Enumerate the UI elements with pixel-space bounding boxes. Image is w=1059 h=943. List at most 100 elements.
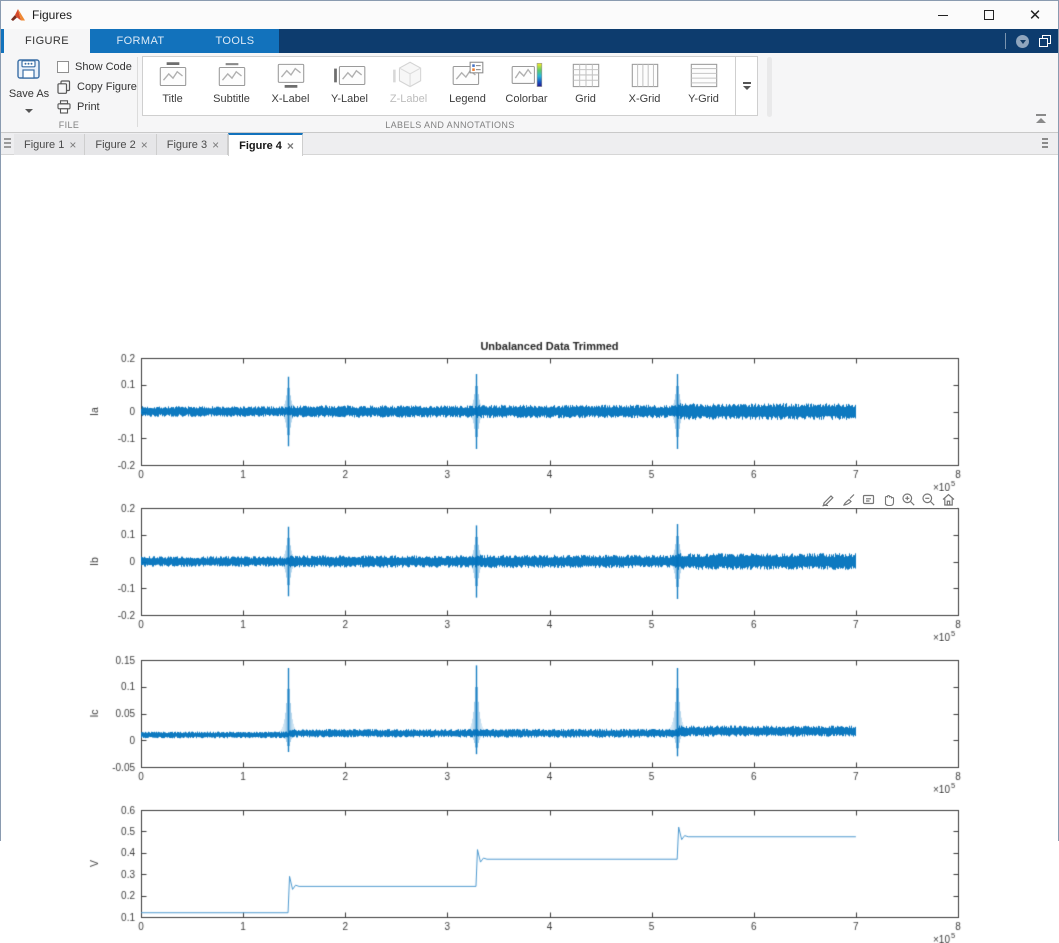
- minimize-button[interactable]: [920, 1, 966, 29]
- zoom-out-icon: [921, 492, 936, 507]
- tab-figure[interactable]: FIGURE: [4, 29, 90, 53]
- tab-figure-3-label: Figure 3: [167, 139, 207, 151]
- brush-button[interactable]: [840, 491, 857, 508]
- datatips-icon: [861, 492, 876, 507]
- x-label-button[interactable]: X-Label: [261, 57, 320, 115]
- ribbon-tab-strip: FIGURE FORMAT TOOLS: [1, 29, 1058, 53]
- window-title: Figures: [32, 8, 72, 22]
- gallery-more-icon: [743, 82, 751, 84]
- pan-button[interactable]: [880, 491, 897, 508]
- pan-icon: [881, 492, 896, 507]
- tab-figure-2[interactable]: Figure 2 ×: [85, 134, 156, 155]
- zoom-in-icon: [901, 492, 916, 507]
- show-code-checkbox[interactable]: Show Code: [57, 57, 137, 77]
- subplot-ia[interactable]: [81, 333, 981, 491]
- title-label: Title: [162, 93, 182, 105]
- colorbar-icon: [509, 60, 545, 92]
- tab-figure-4[interactable]: Figure 4 ×: [228, 133, 303, 156]
- tab-figure-4-label: Figure 4: [239, 140, 282, 152]
- tab-tools[interactable]: TOOLS: [191, 29, 279, 53]
- subtitle-label: Subtitle: [213, 93, 250, 105]
- export-icon: [821, 492, 836, 507]
- colorbar-label: Colorbar: [505, 93, 547, 105]
- maximize-icon: [984, 10, 994, 20]
- ribbon-tab-group: FIGURE FORMAT TOOLS: [1, 29, 279, 53]
- colorbar-button[interactable]: Colorbar: [497, 57, 556, 115]
- figures-window: Figures ✕ FIGURE FORMAT TOOLS: [0, 0, 1059, 841]
- legend-icon: [450, 60, 486, 92]
- y-label-button[interactable]: Y-Label: [320, 57, 379, 115]
- tab-figure-2-close-icon[interactable]: ×: [141, 139, 148, 151]
- close-icon: ✕: [1029, 8, 1042, 23]
- undock-window-icon[interactable]: [1039, 35, 1052, 48]
- y-grid-icon: [686, 60, 722, 92]
- subplot-ic[interactable]: [81, 635, 981, 793]
- save-icon: [16, 57, 42, 81]
- zoom-in-button[interactable]: [900, 491, 917, 508]
- figure-tab-bar: Figure 1 × Figure 2 × Figure 3 × Figure …: [1, 133, 1058, 155]
- zoom-out-button[interactable]: [920, 491, 937, 508]
- y-grid-label: Y-Grid: [688, 93, 719, 105]
- tab-figure-2-label: Figure 2: [95, 139, 135, 151]
- subplot-v[interactable]: [81, 785, 981, 943]
- title-button[interactable]: Title: [143, 57, 202, 115]
- copy-figure-button[interactable]: Copy Figure: [57, 77, 137, 97]
- tab-overflow-icon[interactable]: [1042, 138, 1048, 148]
- grid-button[interactable]: Grid: [556, 57, 615, 115]
- y-label-icon: [332, 60, 368, 92]
- export-button[interactable]: [820, 491, 837, 508]
- restore-view-button[interactable]: [940, 491, 957, 508]
- save-as-label: Save As: [6, 88, 52, 100]
- subtitle-button[interactable]: Subtitle: [202, 57, 261, 115]
- tab-figure-1[interactable]: Figure 1 ×: [14, 134, 85, 155]
- ribbon: Save As Show Code Copy Figure: [1, 53, 1058, 133]
- x-label-label: X-Label: [272, 93, 310, 105]
- figure-canvas-area: [1, 155, 1058, 842]
- tab-format[interactable]: FORMAT: [90, 29, 191, 53]
- y-grid-button[interactable]: Y-Grid: [674, 57, 733, 115]
- maximize-button[interactable]: [966, 1, 1012, 29]
- x-grid-icon: [627, 60, 663, 92]
- print-label: Print: [77, 101, 100, 113]
- z-label-label: Z-Label: [390, 93, 427, 105]
- tab-figure-1-close-icon[interactable]: ×: [69, 139, 76, 151]
- gallery-more-button[interactable]: [736, 56, 758, 116]
- home-icon: [941, 492, 956, 507]
- legend-label: Legend: [449, 93, 486, 105]
- save-as-dropdown-icon: [25, 109, 33, 113]
- x-grid-button[interactable]: X-Grid: [615, 57, 674, 115]
- subtitle-icon: [214, 60, 250, 92]
- tab-figure-3[interactable]: Figure 3 ×: [157, 134, 228, 155]
- strip-divider: [1005, 33, 1006, 49]
- tab-figure-1-label: Figure 1: [24, 139, 64, 151]
- close-button[interactable]: ✕: [1012, 1, 1058, 29]
- legend-button[interactable]: Legend: [438, 57, 497, 115]
- grid-icon: [568, 60, 604, 92]
- copy-figure-label: Copy Figure: [77, 81, 137, 93]
- print-icon: [57, 100, 71, 114]
- grid-label: Grid: [575, 93, 596, 105]
- title-icon: [155, 60, 191, 92]
- save-as-button[interactable]: Save As: [6, 57, 52, 118]
- ribbon-scroll-strip: [767, 57, 772, 117]
- tab-grip-icon[interactable]: [4, 138, 11, 148]
- title-bar: Figures ✕: [1, 1, 1058, 29]
- collapse-ribbon-chevron-icon[interactable]: [1016, 35, 1029, 48]
- z-label-icon: [391, 60, 427, 92]
- datatips-button[interactable]: [860, 491, 877, 508]
- minimize-icon: [938, 15, 948, 16]
- tab-figure-3-close-icon[interactable]: ×: [212, 139, 219, 151]
- tab-figure-4-close-icon[interactable]: ×: [287, 140, 294, 152]
- z-label-button[interactable]: Z-Label: [379, 57, 438, 115]
- x-label-icon: [273, 60, 309, 92]
- y-label-label: Y-Label: [331, 93, 368, 105]
- labels-annotations-gallery: Title Subtitle X-Label: [142, 56, 736, 116]
- print-button[interactable]: Print: [57, 97, 137, 117]
- section-separator: [137, 57, 138, 127]
- axes-toolbar: [820, 491, 957, 508]
- file-section-label: FILE: [1, 120, 137, 130]
- copy-icon: [57, 80, 71, 94]
- matlab-logo-icon: [10, 8, 26, 22]
- collapse-ribbon-button[interactable]: [1032, 114, 1050, 126]
- show-code-label: Show Code: [75, 61, 132, 73]
